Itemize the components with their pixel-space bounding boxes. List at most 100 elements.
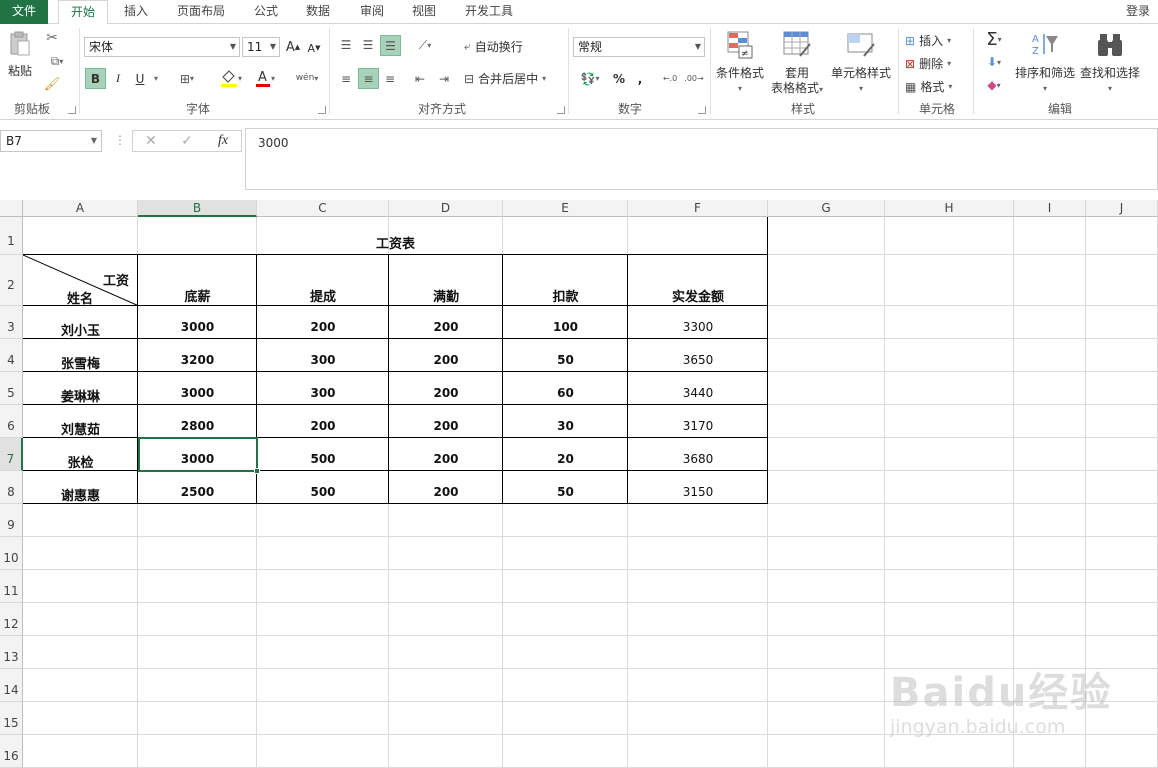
decrease-indent-icon[interactable]: ⇤ [410, 68, 430, 89]
column-header-e[interactable]: E [503, 200, 628, 217]
format-painter-icon[interactable]: 🖌 [42, 75, 62, 93]
table-cell[interactable]: 500 [257, 452, 389, 466]
table-cell[interactable]: 2800 [138, 419, 257, 433]
table-cell[interactable]: 300 [257, 353, 389, 367]
table-cell[interactable]: 60 [503, 386, 628, 400]
table-cell[interactable]: 200 [257, 320, 389, 334]
cut-icon[interactable]: ✂ [42, 29, 62, 47]
font-size-select[interactable]: 11 ▼ [242, 37, 280, 57]
tab-home[interactable]: 开始 [58, 0, 108, 25]
align-middle-icon[interactable]: ☰ [358, 35, 378, 55]
row-header-3[interactable]: 3 [0, 306, 23, 339]
cancel-icon[interactable]: ✕ [133, 133, 169, 149]
row-header-16[interactable]: 16 [0, 735, 23, 768]
increase-indent-icon[interactable]: ⇥ [434, 68, 454, 89]
align-center-icon[interactable]: ≡ [358, 68, 379, 89]
login-link[interactable]: 登录 [1126, 0, 1150, 23]
alignment-launcher-icon[interactable] [557, 106, 565, 114]
tab-insert[interactable]: 插入 [116, 0, 156, 24]
table-cell[interactable]: 3680 [628, 452, 768, 466]
table-cell[interactable]: 20 [503, 452, 628, 466]
column-header-g[interactable]: G [768, 200, 885, 217]
copy-icon[interactable]: ⧉ ▾ [42, 52, 72, 70]
bold-button[interactable]: B [85, 68, 106, 89]
insert-function-button[interactable]: fx [205, 133, 241, 149]
tab-data[interactable]: 数据 [298, 0, 338, 24]
column-header-a[interactable]: A [23, 200, 138, 217]
table-cell[interactable]: 3440 [628, 386, 768, 400]
borders-icon[interactable]: ⊞ ▾ [172, 68, 202, 89]
table-cell[interactable]: 200 [389, 419, 503, 433]
align-bottom-icon[interactable]: ☰ [380, 35, 401, 56]
align-top-icon[interactable]: ☰ [336, 35, 356, 55]
decrease-decimal-icon[interactable]: .00→ [684, 68, 704, 89]
column-header-c[interactable]: C [257, 200, 389, 217]
name-box[interactable]: B7 ▼ [0, 130, 102, 152]
column-header-j[interactable]: J [1086, 200, 1158, 217]
align-left-icon[interactable]: ≡ [336, 68, 356, 89]
enter-icon[interactable]: ✓ [169, 133, 205, 149]
employee-name-cell[interactable]: 谢惠惠 [23, 485, 138, 504]
percent-button[interactable]: % [610, 68, 628, 89]
table-cell[interactable]: 50 [503, 353, 628, 367]
row-header-9[interactable]: 9 [0, 504, 23, 537]
increase-decimal-icon[interactable]: ←.0 [660, 68, 680, 89]
delete-cells-button[interactable]: ⊠ 删除 ▾ [905, 55, 951, 72]
table-cell[interactable]: 3650 [628, 353, 768, 367]
fill-icon[interactable]: ⬇ ▾ [978, 52, 1010, 72]
column-header-d[interactable]: D [389, 200, 503, 217]
row-header-12[interactable]: 12 [0, 603, 23, 636]
row-header-11[interactable]: 11 [0, 570, 23, 603]
fill-handle[interactable] [254, 468, 260, 474]
table-cell[interactable]: 300 [257, 386, 389, 400]
table-cell[interactable]: 2500 [138, 485, 257, 499]
table-cell[interactable]: 3000 [138, 386, 257, 400]
row-header-13[interactable]: 13 [0, 636, 23, 669]
fill-color-icon[interactable]: ▾ [216, 66, 246, 90]
table-cell[interactable]: 3170 [628, 419, 768, 433]
column-header-h[interactable]: H [885, 200, 1014, 217]
employee-name-cell[interactable]: 张检 [23, 452, 138, 471]
row-header-15[interactable]: 15 [0, 702, 23, 735]
shrink-font-icon[interactable]: A ▼ [306, 40, 322, 56]
row-header-5[interactable]: 5 [0, 372, 23, 405]
row-header-1[interactable]: 1 [0, 217, 23, 255]
format-cells-button[interactable]: ▦ 格式 ▾ [905, 78, 952, 95]
paste-button[interactable]: 粘贴 [4, 30, 36, 79]
employee-name-cell[interactable]: 张雪梅 [23, 353, 138, 372]
clear-icon[interactable]: ◆ ▾ [978, 75, 1010, 95]
row-header-7[interactable]: 7 [0, 438, 23, 471]
find-select-button[interactable]: 查找和选择 ▾ [1078, 30, 1142, 96]
tab-developer[interactable]: 开发工具 [456, 0, 522, 24]
table-cell[interactable]: 200 [389, 485, 503, 499]
employee-name-cell[interactable]: 刘慧茹 [23, 419, 138, 438]
row-header-10[interactable]: 10 [0, 537, 23, 570]
font-color-icon[interactable]: A ▾ [250, 66, 280, 90]
cell-styles-button[interactable]: 单元格样式 ▾ [829, 30, 893, 96]
font-launcher-icon[interactable] [318, 106, 326, 114]
select-all-corner[interactable] [0, 200, 23, 217]
table-cell[interactable]: 200 [389, 320, 503, 334]
tab-formulas[interactable]: 公式 [246, 0, 286, 24]
italic-button[interactable]: I [109, 68, 127, 89]
align-right-icon[interactable]: ≡ [380, 68, 400, 89]
column-header-i[interactable]: I [1014, 200, 1086, 217]
row-header-8[interactable]: 8 [0, 471, 23, 504]
sort-filter-button[interactable]: AZ 排序和筛选 ▾ [1014, 30, 1076, 96]
row-header-14[interactable]: 14 [0, 669, 23, 702]
merge-center-button[interactable]: ⊟ 合并后居中 ▾ [464, 70, 546, 87]
employee-name-cell[interactable]: 姜琳琳 [23, 386, 138, 405]
table-cell[interactable]: 3300 [628, 320, 768, 334]
row-header-4[interactable]: 4 [0, 339, 23, 372]
table-cell[interactable]: 3200 [138, 353, 257, 367]
number-launcher-icon[interactable] [698, 106, 706, 114]
underline-dropdown-icon[interactable]: ▾ [150, 68, 162, 89]
column-header-b[interactable]: B [138, 200, 257, 217]
tab-review[interactable]: 审阅 [350, 0, 394, 24]
number-format-select[interactable]: 常规 ▼ [573, 37, 705, 57]
comma-button[interactable]: , [632, 68, 648, 89]
currency-icon[interactable]: 💱 ▾ [574, 68, 606, 89]
insert-cells-button[interactable]: ⊞ 插入 ▾ [905, 32, 951, 49]
table-cell[interactable]: 500 [257, 485, 389, 499]
grow-font-icon[interactable]: A ▲ [285, 38, 301, 56]
